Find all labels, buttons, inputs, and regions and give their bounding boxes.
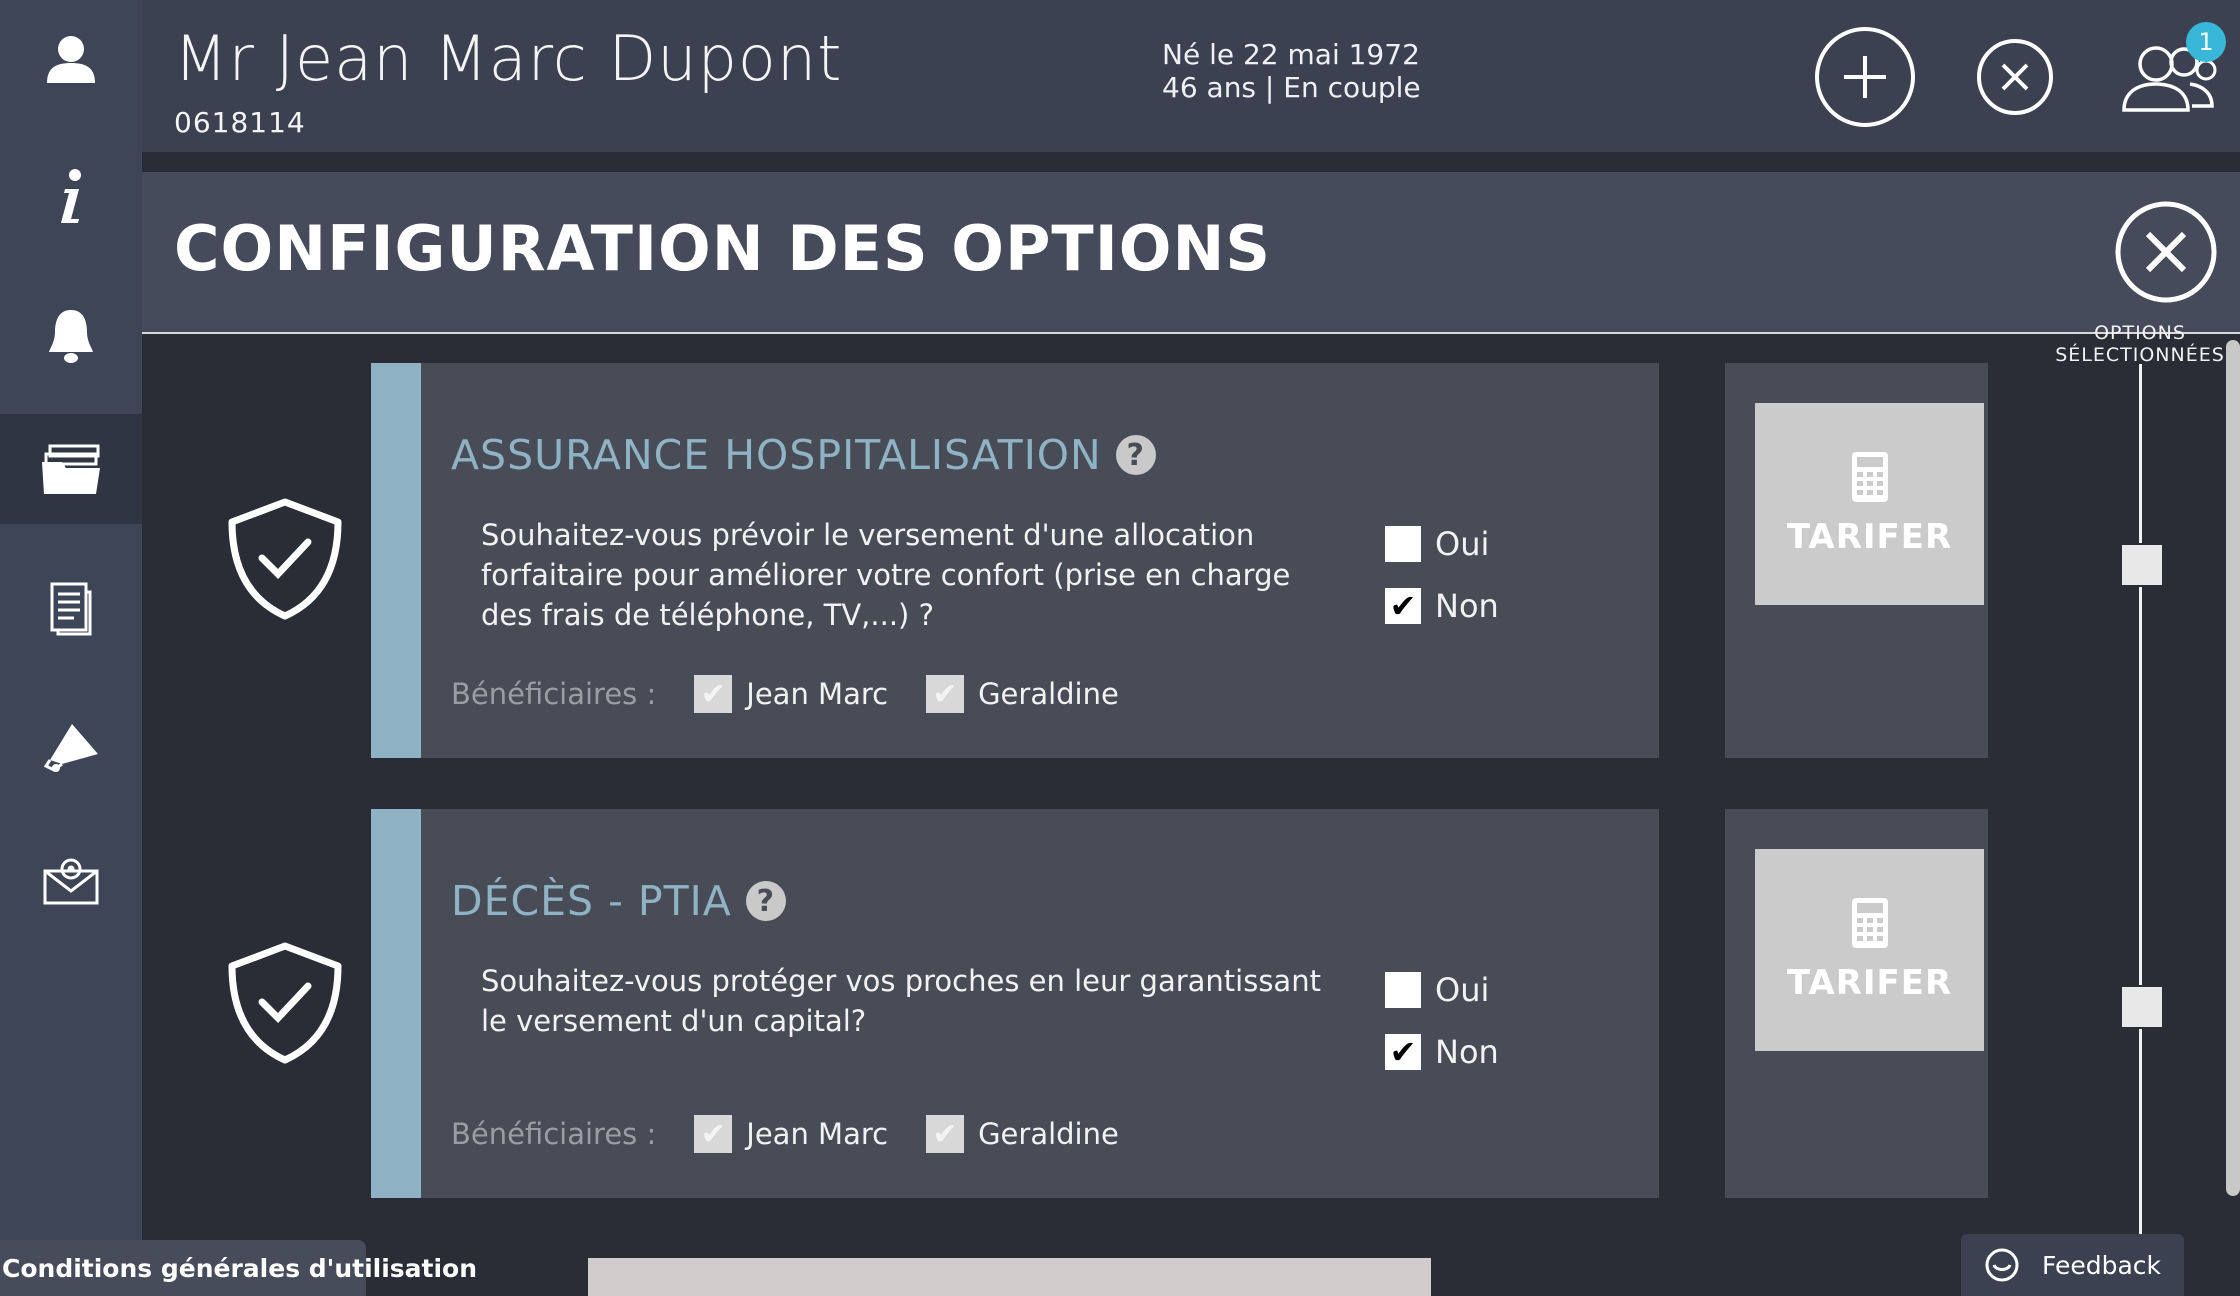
calculator-icon (1851, 452, 1888, 502)
option-question: Souhaitez-vous protéger vos proches en l… (481, 964, 1321, 1038)
sidebar-item-alerts[interactable] (0, 280, 142, 390)
choice-oui[interactable]: Oui (1385, 525, 1489, 563)
scrollbar[interactable] (2226, 340, 2240, 1196)
sidebar (0, 0, 142, 1296)
beneficiaires-row: Bénéficiaires : ✔ Jean Marc ✔ Geraldine (451, 1115, 1157, 1153)
bottom-action-bar[interactable] (588, 1258, 1431, 1296)
checkbox-oui[interactable] (1385, 972, 1421, 1008)
beneficiaires-label: Bénéficiaires : (451, 1117, 657, 1151)
info-icon (61, 169, 81, 223)
client-header: Mr Jean Marc Dupont 0618114 Né le 22 mai… (142, 0, 2240, 154)
option-card: DÉCÈS - PTIA ? Souhaitez-vous protéger v… (371, 809, 1659, 1198)
user-icon (47, 36, 95, 83)
help-icon[interactable]: ? (745, 881, 786, 921)
cgu-link[interactable]: Conditions générales d'utilisation (0, 1240, 477, 1296)
client-birth: Né le 22 mai 1972 (1162, 38, 1420, 71)
help-icon[interactable]: ? (1115, 435, 1156, 475)
notification-badge: 1 (2186, 22, 2226, 62)
document-icon (50, 582, 92, 636)
beneficiary-checkbox[interactable]: ✔ (926, 1115, 965, 1153)
option-title-text: ASSURANCE HOSPITALISATION (451, 431, 1102, 479)
choice-non-label: Non (1435, 587, 1499, 625)
selected-options-label: OPTIONS SÉLECTIONNÉES (2055, 322, 2225, 366)
choice-oui[interactable]: Oui (1385, 971, 1489, 1009)
feedback-label: Feedback (2041, 1250, 2162, 1280)
sidebar-item-mail[interactable] (0, 826, 142, 936)
add-circle-icon (1815, 27, 1915, 127)
choice-non-label: Non (1435, 1033, 1499, 1071)
feedback-button[interactable]: Feedback (1961, 1234, 2184, 1296)
beneficiary-name: Geraldine (978, 677, 1119, 711)
close-circle-icon (2115, 201, 2217, 303)
shield-check-icon (228, 942, 342, 1064)
option-marker[interactable] (2120, 543, 2164, 587)
sidebar-item-contracts[interactable] (0, 414, 142, 524)
beneficiaires-label: Bénéficiaires : (451, 677, 657, 711)
selected-options-track (2139, 364, 2142, 1234)
choice-oui-label: Oui (1435, 971, 1490, 1009)
tarifer-button[interactable]: TARIFER (1755, 403, 1984, 605)
option-title: ASSURANCE HOSPITALISATION ? (451, 431, 1156, 479)
beneficiary-checkbox[interactable]: ✔ (694, 675, 733, 713)
client-status: 46 ans | En couple (1162, 71, 1421, 104)
checkbox-non[interactable]: ✔ (1385, 587, 1421, 625)
modal-title: CONFIGURATION DES OPTIONS (174, 212, 1272, 285)
folders-icon (42, 444, 100, 494)
modal-close-button[interactable] (2114, 200, 2218, 308)
mail-icon (43, 858, 99, 905)
option-title-text: DÉCÈS - PTIA (451, 877, 732, 925)
tarifer-label: TARIFER (1786, 963, 1953, 1003)
sidebar-item-info[interactable] (0, 142, 142, 252)
megaphone-icon (43, 724, 98, 772)
add-button[interactable] (1814, 26, 1916, 128)
client-id: 0618114 (174, 106, 306, 139)
option-card: ASSURANCE HOSPITALISATION ? Souhaitez-vo… (371, 363, 1659, 758)
option-question: Souhaitez-vous prévoir le versement d'un… (481, 518, 1291, 632)
calculator-icon (1851, 898, 1888, 948)
beneficiary-name: Geraldine (978, 1117, 1119, 1151)
checkbox-oui[interactable] (1385, 526, 1421, 562)
beneficiary-checkbox[interactable]: ✔ (926, 675, 965, 713)
sidebar-item-profile[interactable] (0, 4, 142, 114)
tarifer-label: TARIFER (1786, 517, 1953, 557)
beneficiary-checkbox[interactable]: ✔ (694, 1115, 733, 1153)
client-name: Mr Jean Marc Dupont (174, 22, 843, 95)
choice-non[interactable]: ✔ Non (1385, 587, 1499, 625)
shield-check-icon (228, 498, 342, 620)
choice-non[interactable]: ✔ Non (1385, 1033, 1499, 1071)
tarifer-button[interactable]: TARIFER (1755, 849, 1984, 1051)
option-marker[interactable] (2120, 985, 2164, 1029)
tarif-panel: TARIFER (1725, 809, 1988, 1198)
beneficiary-name: Jean Marc (746, 677, 889, 711)
card-accent-stripe (371, 363, 421, 758)
modal-header: CONFIGURATION DES OPTIONS (142, 172, 2240, 334)
sidebar-item-documents[interactable] (0, 554, 142, 664)
feedback-icon (1985, 1248, 2019, 1282)
card-accent-stripe (371, 809, 421, 1198)
option-title: DÉCÈS - PTIA ? (451, 877, 786, 925)
client-info: Né le 22 mai 1972 46 ans | En couple (1162, 38, 1421, 104)
checkbox-non[interactable]: ✔ (1385, 1033, 1421, 1071)
sidebar-item-campaigns[interactable] (0, 692, 142, 802)
beneficiary-name: Jean Marc (746, 1117, 889, 1151)
close-client-button[interactable] (1976, 38, 2054, 116)
choice-oui-label: Oui (1435, 525, 1490, 563)
tarif-panel: TARIFER (1725, 363, 1988, 758)
bell-icon (49, 310, 93, 363)
beneficiaires-row: Bénéficiaires : ✔ Jean Marc ✔ Geraldine (451, 675, 1157, 713)
close-circle-icon (1977, 39, 2053, 115)
